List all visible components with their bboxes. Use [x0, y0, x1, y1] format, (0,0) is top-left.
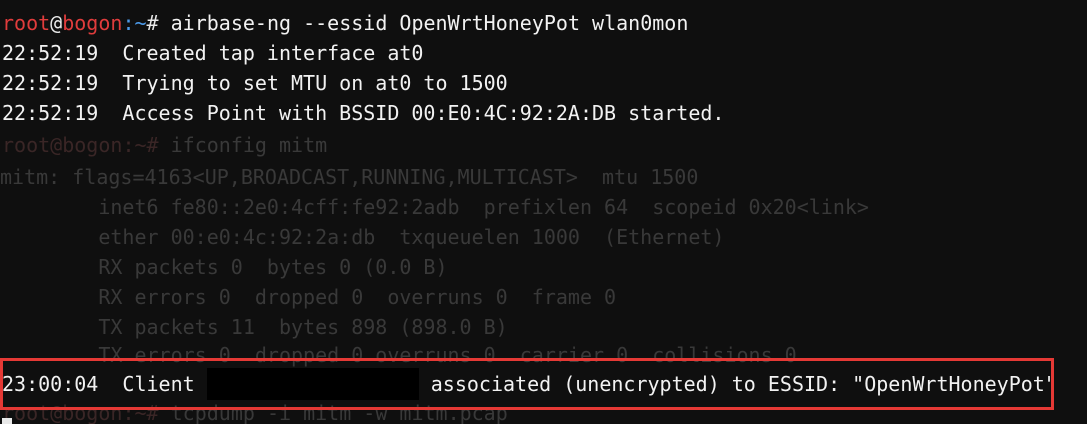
prompt-host: bogon [62, 11, 123, 35]
output-line: 22:52:19 Access Point with BSSID 00:E0:4… [2, 101, 725, 125]
prompt-symbol: # [146, 11, 159, 35]
prompt-at: @ [50, 11, 63, 35]
output-line: 22:52:19 Created tap interface at0 [2, 41, 424, 65]
prompt-path: :~ [122, 11, 147, 35]
prompt-user: root [2, 11, 51, 35]
airbase-command: airbase-ng --essid OpenWrtHoneyPot wlan0… [158, 11, 689, 35]
output-line: 22:52:19 Trying to set MTU on at0 to 150… [2, 71, 508, 95]
terminal-cursor [2, 418, 12, 424]
highlight-box [0, 358, 1054, 410]
command-prompt-line: root@bogon:~# airbase-ng --essid OpenWrt… [2, 8, 688, 38]
terminal-window[interactable]: root@bogon:~# ifconfig mitm mitm: flags=… [0, 0, 1087, 424]
